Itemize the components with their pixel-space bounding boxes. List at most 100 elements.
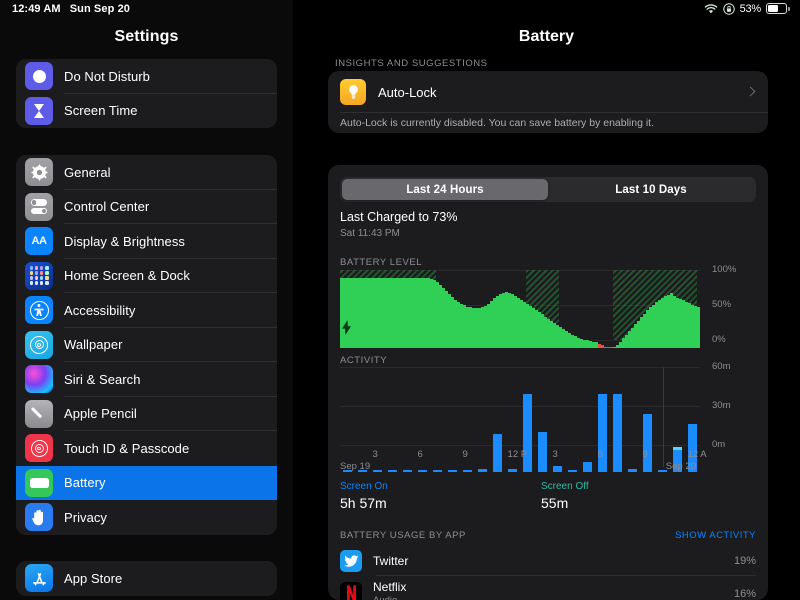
battery-level-bar xyxy=(643,313,646,348)
sidebar-item-wallpaper[interactable]: Wallpaper xyxy=(16,328,277,362)
battery-level-bar xyxy=(412,278,415,348)
sidebar-item-display-brightness[interactable]: AA Display & Brightness xyxy=(16,224,277,259)
fingerprint-icon xyxy=(25,434,53,463)
battery-level-bar xyxy=(520,299,523,348)
y-axis-tick-label: 50% xyxy=(712,299,732,310)
battery-level-bar xyxy=(559,327,562,348)
x-axis-tick-label: 6 xyxy=(417,449,423,460)
battery-level-bar xyxy=(439,285,442,348)
sidebar-item-label: App Store xyxy=(64,570,123,586)
accessibility-icon xyxy=(25,296,53,325)
flower-icon xyxy=(25,330,53,359)
toggles-icon xyxy=(25,192,53,221)
battery-level-bar xyxy=(421,278,424,348)
siri-icon xyxy=(25,365,53,394)
sidebar-item-label: Touch ID & Passcode xyxy=(64,440,190,456)
sidebar-item-general[interactable]: General xyxy=(16,155,277,190)
battery-level-bar xyxy=(613,346,616,348)
last-charged-subtitle: Sat 11:43 PM xyxy=(340,228,400,239)
sidebar-item-label: Home Screen & Dock xyxy=(64,268,190,284)
sidebar-item-accessibility[interactable]: Accessibility xyxy=(16,293,277,328)
usage-section-header: BATTERY USAGE BY APP xyxy=(340,530,466,541)
moon-icon xyxy=(25,62,53,91)
auto-lock-row[interactable]: Auto-Lock xyxy=(328,71,768,113)
battery-level-bar xyxy=(646,310,649,348)
x-axis-tick-label: 6 xyxy=(597,449,603,460)
day-label: Sep 20 xyxy=(665,461,696,472)
sidebar-item-siri-search[interactable]: Siri & Search xyxy=(16,362,277,397)
activity-bar xyxy=(372,470,382,472)
battery-level-bar xyxy=(577,337,580,348)
list-item[interactable]: Twitter 19% xyxy=(328,546,768,576)
battery-level-bar xyxy=(586,340,589,348)
battery-level-bar xyxy=(376,278,379,348)
sidebar-item-screen-time[interactable]: Screen Time xyxy=(16,94,277,129)
battery-level-bar xyxy=(610,347,613,348)
sidebar-item-label: Siri & Search xyxy=(64,371,141,387)
sidebar-item-home-screen-dock[interactable]: Home Screen & Dock xyxy=(16,259,277,293)
sidebar-item-privacy[interactable]: Privacy xyxy=(16,500,277,535)
auto-lock-note-wrap: Auto-Lock is currently disabled. You can… xyxy=(328,118,768,129)
activity-chart[interactable]: 0m 30m 60m 3 6 9 12 P 3 6 9 12 A Sep 19 Sep 20 xyxy=(340,361,756,472)
y-axis-tick-label: 100% xyxy=(712,264,737,275)
battery-level-bar xyxy=(607,347,610,348)
battery-level-bar xyxy=(553,322,556,348)
gear-icon xyxy=(25,158,53,187)
battery-level-bar xyxy=(403,278,406,348)
battery-level-bar xyxy=(574,336,577,348)
battery-level-bar xyxy=(580,338,583,348)
battery-level-bar xyxy=(394,278,397,348)
chevron-right-icon[interactable] xyxy=(745,86,756,97)
sidebar-item-do-not-disturb[interactable]: Do Not Disturb xyxy=(16,59,277,94)
battery-level-bar xyxy=(358,278,361,348)
battery-level-bar xyxy=(367,278,370,348)
battery-level-bar xyxy=(670,293,673,348)
tab-last-24-hours[interactable]: Last 24 Hours xyxy=(342,179,548,200)
y-axis-tick-label: 30m xyxy=(712,400,731,411)
sidebar-group-2: General Control Center AA Display & Brig… xyxy=(16,155,277,535)
hand-icon xyxy=(25,503,53,532)
battery-level-bar xyxy=(478,308,481,348)
battery-usage-list: Twitter 19% Netflix Audio xyxy=(328,546,768,600)
tab-last-10-days[interactable]: Last 10 Days xyxy=(548,179,754,200)
battery-level-chart[interactable]: 0% 50% 100% xyxy=(340,264,756,348)
activity-bar xyxy=(597,394,607,472)
netflix-icon xyxy=(340,582,362,600)
sidebar-item-app-store[interactable]: App Store xyxy=(16,561,277,596)
list-item[interactable]: Netflix Audio 16% xyxy=(328,576,768,600)
aa-icon: AA xyxy=(25,227,53,256)
battery-level-bar xyxy=(652,304,655,348)
sidebar-item-battery[interactable]: Battery xyxy=(16,465,277,500)
detail-scroll[interactable]: INSIGHTS AND SUGGESTIONS Auto-Lock Auto-… xyxy=(293,55,800,600)
last-charged-title: Last Charged to 73% xyxy=(340,210,458,224)
activity-bar xyxy=(642,413,652,472)
sidebar-group-1: Do Not Disturb Screen Time xyxy=(16,59,277,128)
activity-bar xyxy=(447,470,457,472)
battery-level-bar xyxy=(538,312,541,348)
battery-level-bar xyxy=(481,307,484,348)
insights-card: Auto-Lock Auto-Lock is currently disable… xyxy=(328,71,768,133)
sidebar-scroll[interactable]: Do Not Disturb Screen Time General Contr… xyxy=(0,55,293,600)
battery-level-bar xyxy=(622,338,625,348)
x-axis-tick-label: 12 P xyxy=(507,449,528,460)
battery-level-bar xyxy=(508,292,511,348)
battery-level-bar xyxy=(391,278,394,348)
battery-level-bar xyxy=(604,346,607,348)
battery-level-chart-title: BATTERY LEVEL xyxy=(340,257,423,268)
battery-level-bar xyxy=(598,343,601,348)
sidebar-item-label: General xyxy=(64,164,111,180)
battery-level-bar xyxy=(544,316,547,348)
battery-level-bar xyxy=(589,341,592,348)
battery-level-bar xyxy=(388,278,391,348)
auto-lock-note: Auto-Lock is currently disabled. You can… xyxy=(340,117,655,129)
time-range-segmented-control[interactable]: Last 24 Hours Last 10 Days xyxy=(340,177,756,202)
sidebar-item-apple-pencil[interactable]: Apple Pencil xyxy=(16,397,277,431)
sidebar-item-touch-id-passcode[interactable]: Touch ID & Passcode xyxy=(16,431,277,466)
sidebar-item-control-center[interactable]: Control Center xyxy=(16,190,277,224)
sidebar-item-label: Wallpaper xyxy=(64,337,123,353)
battery-level-bar xyxy=(448,294,451,348)
battery-level-bar xyxy=(433,280,436,348)
battery-level-bar xyxy=(691,304,694,348)
show-activity-button[interactable]: SHOW ACTIVITY xyxy=(675,530,756,541)
battery-level-bar xyxy=(628,331,631,348)
